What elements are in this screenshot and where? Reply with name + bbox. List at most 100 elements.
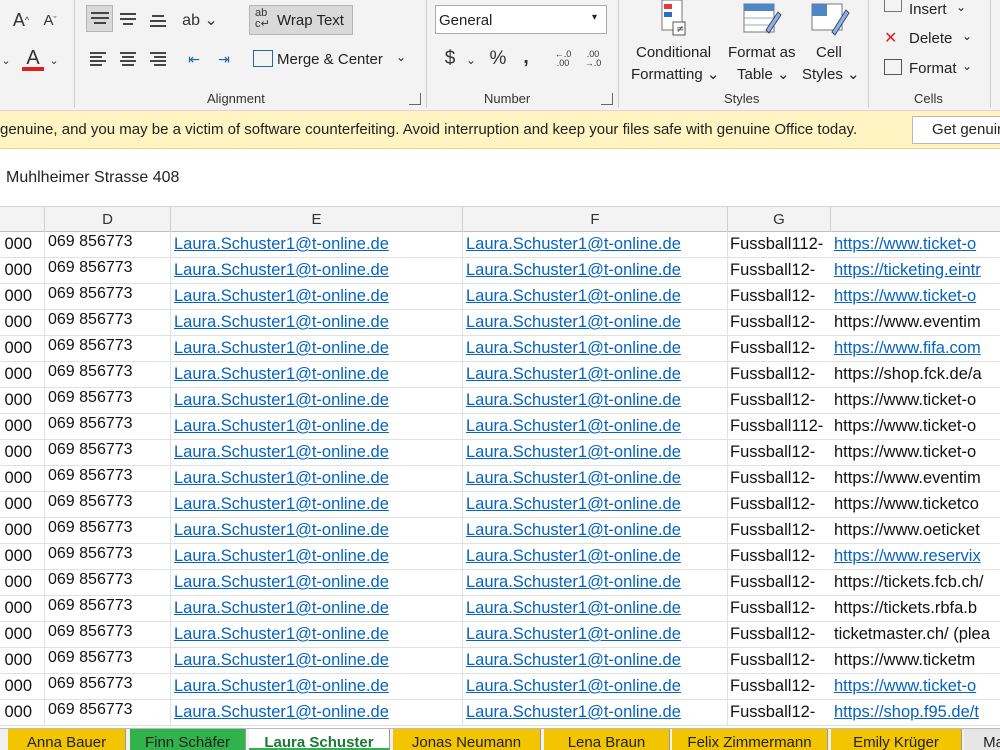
cell-email[interactable]: Laura.Schuster1@t-online.de: [171, 414, 463, 440]
number-format-select[interactable]: General ▾: [435, 5, 607, 34]
cell-email[interactable]: Laura.Schuster1@t-online.de: [171, 284, 463, 310]
merge-center-button[interactable]: Merge & Center ⌄: [250, 46, 415, 74]
cell-c[interactable]: 000: [0, 544, 45, 570]
sheet-tab[interactable]: Felix Zimmermann: [672, 729, 828, 750]
cell-website[interactable]: https://tickets.fcb.ch/: [831, 570, 1000, 596]
cell-password[interactable]: Fussball112-: [728, 232, 831, 258]
cell-c[interactable]: 000: [0, 310, 45, 336]
cell-phone[interactable]: 069 856773: [45, 700, 171, 726]
sheet-tab[interactable]: Ma: [964, 729, 1000, 750]
cell-phone[interactable]: 069 856773: [45, 648, 171, 674]
align-right-button[interactable]: [150, 50, 170, 68]
cell-email[interactable]: Laura.Schuster1@t-online.de: [171, 648, 463, 674]
cell-password[interactable]: Fussball12-: [728, 440, 831, 466]
conditional-formatting-button[interactable]: ≠ Conditional Formatting ⌄: [626, 0, 722, 86]
number-launcher-icon[interactable]: [601, 93, 613, 105]
cell-email-confirm[interactable]: Laura.Schuster1@t-online.de: [463, 414, 728, 440]
cell-phone[interactable]: 069 856773: [45, 310, 171, 336]
cell-email-confirm[interactable]: Laura.Schuster1@t-online.de: [463, 674, 728, 700]
currency-button[interactable]: $: [438, 46, 462, 72]
cell-c[interactable]: 000: [0, 518, 45, 544]
align-middle-button[interactable]: [118, 11, 140, 31]
cell-password[interactable]: Fussball12-: [728, 258, 831, 284]
cell-phone[interactable]: 069 856773: [45, 492, 171, 518]
sheet-tab[interactable]: Laura Schuster: [249, 729, 390, 750]
cell-email[interactable]: Laura.Schuster1@t-online.de: [171, 258, 463, 284]
cell-password[interactable]: Fussball12-: [728, 284, 831, 310]
decrease-indent-button[interactable]: ⇤: [182, 48, 206, 70]
cell-website[interactable]: https://www.ticketm: [831, 648, 1000, 674]
cell-website[interactable]: https://www.ticket-o: [831, 232, 1000, 258]
column-header-e[interactable]: E: [171, 207, 463, 232]
cell-email-confirm[interactable]: Laura.Schuster1@t-online.de: [463, 258, 728, 284]
cell-email[interactable]: Laura.Schuster1@t-online.de: [171, 700, 463, 726]
cell-website[interactable]: ticketmaster.ch/ (plea: [831, 622, 1000, 648]
cell-c[interactable]: 000: [0, 440, 45, 466]
cell-phone[interactable]: 069 856773: [45, 362, 171, 388]
cell-phone[interactable]: 069 856773: [45, 258, 171, 284]
cell-website[interactable]: https://www.ticketco: [831, 492, 1000, 518]
insert-button[interactable]: Insert ⌄: [882, 0, 982, 22]
percent-button[interactable]: %: [486, 46, 510, 72]
cell-password[interactable]: Fussball12-: [728, 310, 831, 336]
cell-c[interactable]: 000: [0, 648, 45, 674]
column-header-g[interactable]: G: [728, 207, 831, 232]
cell-phone[interactable]: 069 856773: [45, 440, 171, 466]
cell-c[interactable]: 000: [0, 622, 45, 648]
cell-email-confirm[interactable]: Laura.Schuster1@t-online.de: [463, 622, 728, 648]
column-header-c[interactable]: [0, 207, 45, 232]
cell-c[interactable]: 000: [0, 700, 45, 726]
sheet-tab[interactable]: Jonas Neumann: [393, 729, 541, 750]
cell-phone[interactable]: 069 856773: [45, 414, 171, 440]
cell-styles-button[interactable]: Cell Styles ⌄: [800, 0, 862, 86]
cell-email-confirm[interactable]: Laura.Schuster1@t-online.de: [463, 492, 728, 518]
cell-email-confirm[interactable]: Laura.Schuster1@t-online.de: [463, 388, 728, 414]
cell-website[interactable]: https://shop.fck.de/a: [831, 362, 1000, 388]
cell-email-confirm[interactable]: Laura.Schuster1@t-online.de: [463, 310, 728, 336]
cell-website[interactable]: https://www.ticket-o: [831, 388, 1000, 414]
align-top-button[interactable]: [86, 5, 113, 32]
cell-email-confirm[interactable]: Laura.Schuster1@t-online.de: [463, 466, 728, 492]
cell-c[interactable]: 000: [0, 232, 45, 258]
decrease-font-size-button[interactable]: Aˇ: [38, 8, 62, 32]
cell-c[interactable]: 000: [0, 414, 45, 440]
chevron-down-icon[interactable]: ⌄: [464, 48, 478, 72]
get-genuine-button[interactable]: Get genuine: [912, 116, 1000, 144]
cell-website[interactable]: https://www.eventim: [831, 466, 1000, 492]
cell-email[interactable]: Laura.Schuster1@t-online.de: [171, 310, 463, 336]
cell-password[interactable]: Fussball12-: [728, 336, 831, 362]
cell-email[interactable]: Laura.Schuster1@t-online.de: [171, 622, 463, 648]
cell-email[interactable]: Laura.Schuster1@t-online.de: [171, 674, 463, 700]
cell-email-confirm[interactable]: Laura.Schuster1@t-online.de: [463, 596, 728, 622]
comma-style-button[interactable]: ,: [518, 44, 534, 70]
cell-email-confirm[interactable]: Laura.Schuster1@t-online.de: [463, 544, 728, 570]
cell-c[interactable]: 000: [0, 492, 45, 518]
sheet-tab[interactable]: Lena Braun: [544, 729, 670, 750]
cell-email[interactable]: Laura.Schuster1@t-online.de: [171, 232, 463, 258]
cell-c[interactable]: 000: [0, 284, 45, 310]
cell-password[interactable]: Fussball12-: [728, 700, 831, 726]
sheet-tab[interactable]: Anna Bauer: [8, 729, 126, 750]
cell-email[interactable]: Laura.Schuster1@t-online.de: [171, 596, 463, 622]
cell-phone[interactable]: 069 856773: [45, 284, 171, 310]
cell-website[interactable]: https://www.ticket-o: [831, 440, 1000, 466]
cell-email[interactable]: Laura.Schuster1@t-online.de: [171, 440, 463, 466]
cell-c[interactable]: 000: [0, 570, 45, 596]
cell-phone[interactable]: 069 856773: [45, 336, 171, 362]
cell-email-confirm[interactable]: Laura.Schuster1@t-online.de: [463, 362, 728, 388]
alignment-launcher-icon[interactable]: [409, 93, 421, 105]
cell-password[interactable]: Fussball12-: [728, 362, 831, 388]
cell-phone[interactable]: 069 856773: [45, 232, 171, 258]
cell-email[interactable]: Laura.Schuster1@t-online.de: [171, 518, 463, 544]
cell-email[interactable]: Laura.Schuster1@t-online.de: [171, 336, 463, 362]
cell-password[interactable]: Fussball12-: [728, 622, 831, 648]
cell-website[interactable]: https://ticketing.eintr: [831, 258, 1000, 284]
cell-password[interactable]: Fussball12-: [728, 492, 831, 518]
cell-phone[interactable]: 069 856773: [45, 596, 171, 622]
formula-bar[interactable]: Muhlheimer Strasse 408: [0, 149, 1000, 207]
cell-c[interactable]: 000: [0, 258, 45, 284]
cell-email[interactable]: Laura.Schuster1@t-online.de: [171, 570, 463, 596]
cell-password[interactable]: Fussball12-: [728, 570, 831, 596]
formula-bar-value[interactable]: Muhlheimer Strasse 408: [6, 169, 179, 187]
cell-phone[interactable]: 069 856773: [45, 466, 171, 492]
